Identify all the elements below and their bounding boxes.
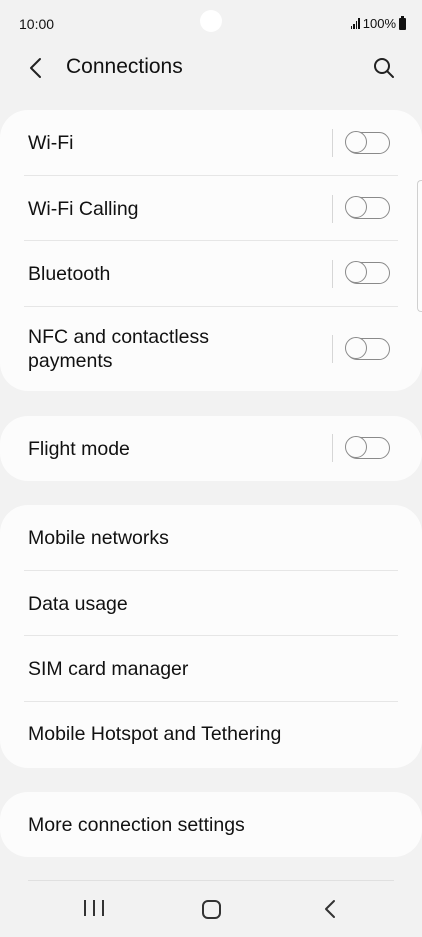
signal-icon (350, 18, 360, 29)
data-usage-row[interactable]: Data usage (0, 571, 422, 636)
toggle-separator (332, 129, 333, 157)
mobile-networks-row[interactable]: Mobile networks (0, 505, 422, 571)
search-icon[interactable] (372, 56, 396, 80)
connections-screen: 10:00 100% Connections Wi-Fi Wi-Fi Calli… (0, 0, 422, 937)
more-connection-settings-row[interactable]: More connection settings (0, 792, 422, 857)
scrollbar[interactable] (417, 180, 422, 312)
status-bar: 10:00 100% (0, 0, 422, 46)
mobile-hotspot-label: Mobile Hotspot and Tethering (28, 723, 282, 745)
navigation-bar (0, 882, 422, 937)
toggle-separator (332, 260, 333, 288)
battery-percent: 100% (362, 16, 396, 31)
page-title: Connections (66, 55, 183, 78)
bluetooth-row[interactable]: Bluetooth (0, 241, 422, 307)
mobile-networks-label: Mobile networks (28, 527, 169, 549)
network-settings-card: Mobile networks Data usage SIM card mana… (0, 505, 422, 768)
toggle-separator (332, 434, 333, 462)
wifi-calling-label: Wi-Fi Calling (28, 198, 139, 220)
sim-card-manager-label: SIM card manager (28, 658, 189, 680)
wifi-toggle[interactable] (345, 131, 390, 154)
battery-icon (399, 15, 406, 30)
nav-divider (28, 880, 394, 881)
wifi-label: Wi-Fi (28, 132, 74, 154)
toggle-knob (345, 337, 368, 360)
flight-mode-label: Flight mode (28, 438, 130, 460)
toggle-settings-card: Wi-Fi Wi-Fi Calling Bluetooth NFC and co… (0, 110, 422, 391)
home-icon[interactable] (202, 900, 221, 919)
front-camera (200, 10, 222, 32)
toggle-knob (345, 196, 368, 219)
more-settings-card: More connection settings (0, 792, 422, 857)
flight-mode-card: Flight mode (0, 416, 422, 481)
toggle-separator (332, 335, 333, 363)
wifi-calling-row[interactable]: Wi-Fi Calling (0, 176, 422, 241)
nfc-row[interactable]: NFC and contactless payments (0, 307, 422, 391)
flight-mode-toggle[interactable] (345, 436, 390, 459)
toggle-separator (332, 195, 333, 223)
nfc-toggle[interactable] (345, 337, 390, 360)
data-usage-label: Data usage (28, 593, 128, 615)
nfc-label: NFC and contactless payments (28, 326, 209, 372)
status-icons: 100% (350, 15, 406, 31)
more-connection-settings-label: More connection settings (28, 814, 245, 836)
wifi-calling-toggle[interactable] (345, 196, 390, 219)
wifi-row[interactable]: Wi-Fi (0, 110, 422, 176)
bluetooth-label: Bluetooth (28, 263, 111, 285)
toggle-knob (345, 261, 368, 284)
back-icon[interactable] (322, 898, 338, 920)
flight-mode-row[interactable]: Flight mode (0, 416, 422, 481)
mobile-hotspot-row[interactable]: Mobile Hotspot and Tethering (0, 702, 422, 768)
bluetooth-toggle[interactable] (345, 261, 390, 284)
chevron-left-icon[interactable] (25, 56, 49, 80)
toggle-knob (345, 131, 368, 154)
app-header: Connections (0, 46, 422, 90)
toggle-knob (345, 436, 368, 459)
recent-apps-icon[interactable] (84, 900, 104, 918)
status-time: 10:00 (19, 16, 55, 32)
sim-card-manager-row[interactable]: SIM card manager (0, 636, 422, 702)
